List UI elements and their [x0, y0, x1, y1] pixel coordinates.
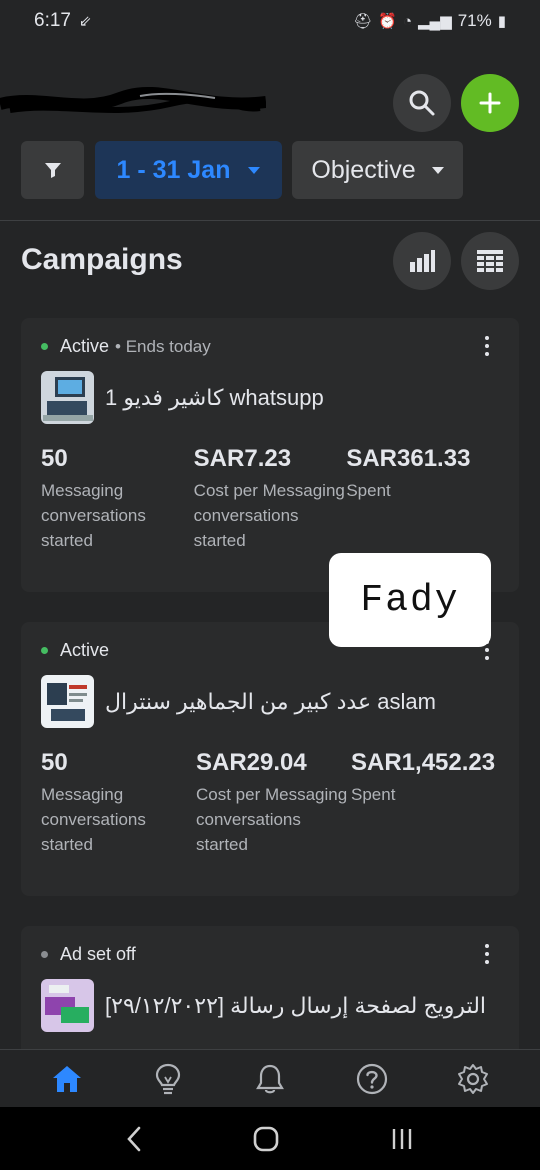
redacted-account-name	[0, 86, 266, 113]
nav-insights[interactable]	[138, 1054, 198, 1104]
page-title: Campaigns	[21, 243, 183, 276]
campaign-thumbnail	[41, 675, 94, 728]
cell-signal-icon: ▂▄▆	[418, 13, 452, 30]
metrics-row: 50 Messaging conversations started SAR7.…	[41, 440, 499, 553]
campaign-thumbnail	[41, 979, 94, 1032]
status-dot	[41, 343, 48, 350]
campaign-card[interactable]: Active عدد كبير من الجماهير سنترال aslam…	[21, 622, 519, 896]
metric-label: Messaging conversations started	[41, 481, 146, 550]
metric-value: SAR7.23	[193, 445, 292, 472]
campaign-name: كاشير فديو 1 whatsupp	[105, 384, 324, 410]
metric-value: SAR361.33	[346, 445, 471, 472]
campaign-name: عدد كبير من الجماهير سنترال aslam	[105, 688, 436, 714]
objective-dropdown[interactable]: Objective	[292, 141, 463, 199]
status-dot	[41, 951, 48, 958]
more-options-icon[interactable]	[485, 944, 491, 968]
metric-results: 50 Messaging conversations started	[41, 440, 194, 553]
date-range-label: 1 - 31 Jan	[116, 155, 231, 184]
status-label: Active	[60, 336, 110, 356]
metric-value: SAR29.04	[196, 749, 307, 776]
wifi-icon: ◔	[402, 12, 412, 30]
metric-value: 50	[41, 749, 68, 776]
table-icon	[477, 250, 503, 272]
campaign-status: Active • Ends today	[41, 336, 499, 357]
metric-label: Messaging conversations started	[41, 785, 146, 854]
system-nav-bar	[0, 1107, 540, 1170]
campaign-thumbnail	[41, 371, 94, 424]
campaign-card[interactable]: Active • Ends today كاشير فديو 1 whatsup…	[21, 318, 519, 592]
bar-chart-icon	[410, 250, 435, 272]
search-button[interactable]	[393, 74, 451, 132]
chart-view-button[interactable]	[393, 232, 451, 290]
metric-cost: SAR29.04 Cost per Messaging conversation…	[196, 744, 351, 857]
bottom-nav	[0, 1049, 540, 1107]
search-icon	[409, 90, 435, 116]
metric-label: Spent	[346, 481, 391, 500]
metric-spent: SAR1,452.23 Spent	[351, 744, 496, 857]
metric-results: 50 Messaging conversations started	[41, 744, 196, 857]
more-options-icon[interactable]	[485, 336, 491, 360]
help-icon	[356, 1063, 387, 1094]
campaign-row: الترويج لصفحة إرسال رسالة [٢٩/١٢/٢٠٢٢]	[41, 979, 499, 1032]
plus-icon	[479, 92, 501, 114]
nav-notifications[interactable]	[240, 1054, 300, 1104]
metric-value: SAR1,452.23	[351, 749, 496, 776]
campaign-name: الترويج لصفحة إرسال رسالة [٢٩/١٢/٢٠٢٢]	[105, 992, 487, 1018]
home-icon	[52, 1065, 81, 1092]
table-view-button[interactable]	[461, 232, 519, 290]
create-button[interactable]	[461, 74, 519, 132]
metrics-row: 50 Messaging conversations started SAR29…	[41, 744, 499, 857]
metric-spent: SAR361.33 Spent	[346, 440, 499, 553]
chevron-down-icon	[248, 166, 261, 174]
watermark-label: Fady	[329, 553, 491, 647]
chevron-down-icon	[431, 166, 444, 174]
status-left: 6:17 ⇙	[34, 10, 92, 32]
status-label: Ad set off	[60, 944, 136, 964]
nav-home[interactable]	[37, 1054, 97, 1104]
campaign-row: كاشير فديو 1 whatsupp	[41, 371, 499, 424]
date-range-dropdown[interactable]: 1 - 31 Jan	[95, 141, 282, 199]
status-time: 6:17	[34, 10, 71, 31]
battery-percent: 71%	[457, 11, 492, 30]
status-dot	[41, 647, 48, 654]
funnel-icon	[44, 163, 61, 178]
home-circle-icon[interactable]	[253, 1126, 279, 1152]
metric-value: 50	[41, 445, 68, 472]
status-right: ⛑ ⏰ ◔ ▂▄▆ 71% ▮	[353, 11, 506, 31]
header	[0, 70, 540, 136]
alarm-icon: ⏰	[378, 13, 397, 30]
filter-button[interactable]	[21, 141, 84, 199]
lock-icon: ⛑	[353, 13, 373, 30]
nav-settings[interactable]	[443, 1054, 503, 1104]
status-extra: • Ends today	[115, 336, 211, 356]
bell-icon	[256, 1064, 284, 1093]
back-icon[interactable]	[126, 1126, 142, 1152]
metric-label: Spent	[351, 785, 396, 804]
recent-apps-icon[interactable]	[390, 1127, 414, 1151]
nav-help[interactable]	[342, 1054, 402, 1104]
signal-arrow-icon: ⇙	[78, 13, 92, 30]
campaign-row: عدد كبير من الجماهير سنترال aslam	[41, 675, 499, 728]
lightbulb-icon	[156, 1063, 181, 1094]
settings-icon	[458, 1063, 489, 1094]
metric-label: Cost per Messaging conversations started	[196, 785, 348, 854]
battery-icon: ▮	[497, 13, 506, 30]
divider	[0, 220, 540, 221]
campaign-status: Ad set off	[41, 944, 499, 965]
objective-label: Objective	[311, 155, 416, 184]
metric-cost: SAR7.23 Cost per Messaging conversations…	[194, 440, 347, 553]
status-bar: 6:17 ⇙ ⛑ ⏰ ◔ ▂▄▆ 71% ▮	[0, 0, 540, 42]
status-label: Active	[60, 640, 110, 660]
metric-label: Cost per Messaging conversations started	[193, 481, 345, 550]
campaign-card[interactable]: Ad set off الترويج لصفحة إرسال رسالة [٢٩…	[21, 926, 519, 1066]
filter-bar: 1 - 31 Jan Objective	[0, 141, 540, 199]
